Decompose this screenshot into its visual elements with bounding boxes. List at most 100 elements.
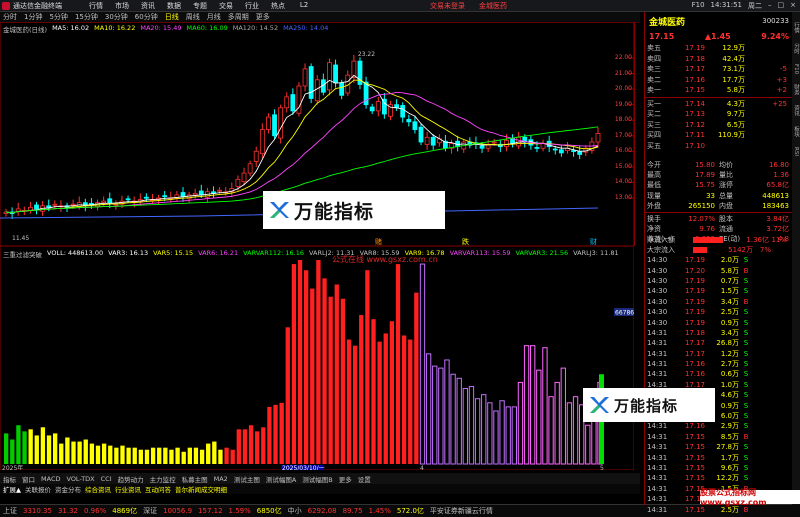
sidebar-tab[interactable]: F10 (793, 64, 799, 74)
candle-body (278, 107, 284, 139)
tick-list[interactable]: 14:30 17.19 2.0万 S 14:30 17.20 5.8万 B 14:30 17.19… (645, 255, 793, 515)
order-book-row[interactable]: 买三 17.12 6.5万 (645, 120, 793, 131)
menu-item[interactable]: 热点 (265, 1, 291, 11)
indicator-tab[interactable]: 窗口 (22, 474, 35, 484)
tick-volume: 1.2万 (720, 349, 739, 358)
indicator-tab[interactable]: MA2 (214, 475, 228, 483)
menu-item[interactable]: 资讯 (135, 1, 161, 11)
candle-body (308, 66, 314, 99)
indicator-tab[interactable]: 设置 (358, 474, 371, 484)
candle-body (52, 203, 58, 206)
order-book-row[interactable]: 卖四 17.18 42.4万 (645, 54, 793, 65)
minimize-icon[interactable]: – (768, 1, 772, 11)
indicator-tab[interactable]: 更多 (339, 474, 352, 484)
indicator-tab[interactable]: 测试幅图A (266, 474, 296, 484)
order-price: 17.14 (684, 99, 705, 108)
menu-item[interactable]: 行业 (239, 1, 265, 11)
f10-button[interactable]: F10 (692, 1, 705, 11)
extension-tab[interactable]: 扩展▲ (3, 484, 21, 494)
order-change: -5 (780, 65, 787, 74)
close-icon[interactable]: × (790, 1, 796, 11)
candle-body (217, 189, 223, 192)
period-tab[interactable]: 多周期 (228, 12, 249, 22)
sidebar-tab[interactable]: 资讯 (792, 105, 800, 116)
order-book-row[interactable]: 买二 17.13 9.7万 (645, 109, 793, 120)
trade-login-status[interactable]: 交易未登录 (430, 1, 465, 11)
svg-text:66786: 66786 (615, 310, 634, 317)
indicator-tab[interactable]: MACD (41, 475, 60, 483)
order-level-label: 买一 (647, 99, 661, 108)
indicator-tab[interactable]: VOL-TDX (66, 475, 94, 483)
indicator-tab[interactable]: 私募主图 (182, 474, 208, 484)
order-book-row[interactable]: 卖二 17.16 17.7万 +3 (645, 75, 793, 86)
candle-body (34, 204, 39, 210)
sidebar-tab[interactable]: RSI (793, 147, 799, 156)
period-tab[interactable]: 60分钟 (135, 12, 158, 22)
indicator-chart[interactable]: 2025年 2025/03/10/一 4 5公式在线 www.gsxz.com.cn6… (0, 246, 634, 470)
order-book-row[interactable]: 卖一 17.15 5.8万 +2 (645, 85, 793, 96)
order-book-row[interactable]: 买四 17.11 110.9万 (645, 130, 793, 141)
menu-item[interactable]: 交易 (213, 1, 239, 11)
menu-item[interactable]: 专题 (187, 1, 213, 11)
tick-price: 17.17 (684, 349, 705, 358)
menu-item[interactable]: 市场 (109, 1, 135, 11)
period-tab[interactable]: 更多 (256, 12, 270, 22)
sidebar-tab[interactable]: 分时 (792, 43, 800, 54)
indicator-tab[interactable]: 趋势动力 (118, 474, 144, 484)
extension-tab[interactable]: 资金分布 (55, 484, 81, 494)
indicator-bar (59, 443, 64, 464)
order-book-row[interactable]: 买五 17.10 (645, 141, 793, 152)
extension-tab[interactable]: 互动问答 (145, 484, 171, 494)
indicator-tab[interactable]: CCI (101, 475, 112, 483)
extension-tab[interactable]: 普尔新闻成交明细 (175, 484, 227, 494)
tick-row: 14:30 17.19 2.0万 S (645, 255, 793, 265)
extension-tab[interactable]: 关联报价 (25, 484, 51, 494)
indicator-bar (101, 443, 107, 464)
indicator-tab[interactable]: 测试幅图B (302, 474, 332, 484)
stat-row: 最低 15.75 涨停 65.8亿 (645, 180, 793, 190)
extension-tab[interactable]: 综合资讯 (85, 484, 111, 494)
sidebar-tab[interactable]: 财务 (792, 84, 800, 95)
period-tab[interactable]: 日线 (165, 12, 179, 22)
period-tab[interactable]: 分时 (3, 12, 17, 22)
tick-side: S (743, 339, 749, 348)
period-tab[interactable]: 5分钟 (49, 12, 67, 22)
menu-item[interactable]: 行情 (83, 1, 109, 11)
period-tab[interactable]: 1分钟 (24, 12, 42, 22)
indicator-tab[interactable]: 主力监控 (150, 474, 176, 484)
order-price: 17.15 (684, 86, 705, 95)
indicator-tab[interactable]: 测试主图 (234, 474, 260, 484)
candle-body (534, 147, 540, 149)
indicator-bar (408, 339, 413, 464)
sidebar-tab[interactable]: 行情 (792, 22, 800, 33)
tick-side: S (743, 443, 749, 452)
indicator-bar (132, 447, 137, 464)
extension-tab[interactable]: 行业资讯 (115, 484, 141, 494)
period-tab[interactable]: 月线 (207, 12, 221, 22)
indicator-bar (236, 429, 241, 464)
tick-price: 17.19 (684, 308, 705, 317)
signal-marker: 跌 (462, 237, 469, 246)
candle-body (504, 140, 509, 148)
candle-body (595, 133, 601, 143)
tick-volume: 1.7万 (720, 453, 739, 462)
order-book-row[interactable]: 卖三 17.17 73.1万 -5 (645, 64, 793, 75)
index-quote-item: 3310.35 (23, 507, 52, 515)
order-book-row[interactable]: 卖五 17.19 12.9万 (645, 43, 793, 54)
indicator-tab[interactable]: 指标 (3, 474, 16, 484)
period-tab[interactable]: 15分钟 (75, 12, 98, 22)
indicator-bar (395, 264, 401, 464)
tick-time: 14:30 (647, 318, 668, 327)
indicator-tabs: 指标 窗口 MACD VOL-TDX CCI 趋势动力 主力监控 私募主图 MA2 测试主图 测试幅… (0, 473, 640, 484)
indicator-bar (95, 445, 101, 464)
tick-row: 14:31 17.15 1.7万 S (645, 452, 793, 462)
sidebar-tab[interactable]: 板块 (792, 126, 800, 137)
menu-item[interactable]: 数据 (161, 1, 187, 11)
menu-item[interactable]: L2 (291, 1, 317, 11)
period-tab[interactable]: 30分钟 (105, 12, 128, 22)
period-tab[interactable]: 周线 (186, 12, 200, 22)
stat-value: 15.80 (694, 161, 715, 170)
tick-row: 14:31 17.15 9.6万 S (645, 463, 793, 473)
order-book-row[interactable]: 买一 17.14 4.3万 +25 (645, 99, 793, 110)
maximize-icon[interactable]: □ (778, 1, 785, 11)
